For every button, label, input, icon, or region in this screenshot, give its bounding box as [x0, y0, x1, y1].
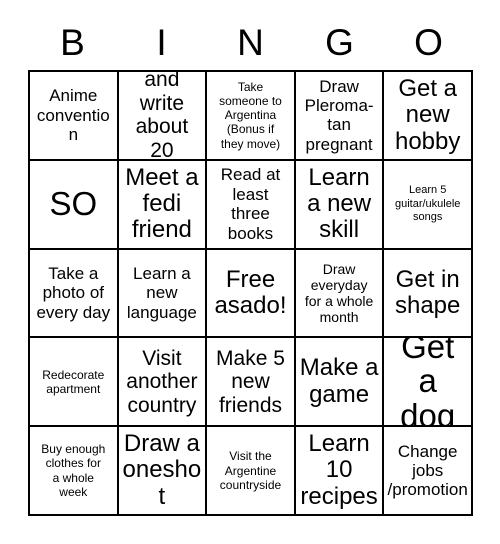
bingo-cell[interactable]: Get a new hobby	[384, 72, 473, 161]
bingo-cell[interactable]: Visit another country	[118, 338, 208, 428]
bingo-grid: Anime convention Watch and write about 20…	[28, 70, 473, 516]
bingo-cell[interactable]: Learn a new language	[118, 249, 208, 339]
bingo-cell-label: Watch and write about 20 movies	[135, 72, 189, 161]
bingo-cell[interactable]: Meet a fedi friend	[118, 160, 208, 250]
bingo-cell-label: Anime convention	[36, 86, 110, 145]
bingo-cell[interactable]: Draw a oneshot	[118, 427, 208, 516]
bingo-cell[interactable]: Learn 10 recipes	[295, 427, 385, 516]
bingo-cell-label: Get in shape	[394, 265, 461, 319]
bingo-cell[interactable]: Make a game	[295, 338, 385, 428]
bingo-cell[interactable]: Anime convention	[30, 72, 119, 161]
bingo-cell-label: SO	[49, 184, 98, 222]
bingo-cell-label: Meet a fedi friend	[125, 163, 199, 244]
bingo-header-letter-i: I	[156, 21, 167, 63]
bingo-cell[interactable]: Get a dog	[384, 338, 473, 428]
bingo-cell-label: Free asado!	[214, 265, 287, 319]
bingo-cell-label: Take someone to Argentina (Bonus if they…	[219, 80, 282, 151]
bingo-cell[interactable]: Learn 5 guitar/ukulele songs	[384, 160, 473, 250]
bingo-cell-label: Redecorate apartment	[42, 367, 105, 396]
bingo-cell[interactable]: SO	[30, 160, 119, 250]
bingo-cell[interactable]: Visit the Argentine countryside	[207, 427, 296, 516]
bingo-cell[interactable]: Read at least three books	[207, 160, 296, 250]
bingo-cell-label: Learn 5 guitar/ukulele songs	[394, 184, 461, 223]
bingo-header-letter-o: O	[414, 21, 443, 63]
bingo-header-letter-g: G	[325, 21, 354, 63]
bingo-cell[interactable]: Learn a new skill	[295, 160, 385, 250]
bingo-cell-label: Get a dog	[400, 338, 456, 428]
bingo-cell-label: Learn a new skill	[307, 163, 372, 244]
bingo-cell-label: Make a game	[299, 354, 379, 408]
bingo-cell-label: Draw a oneshot	[122, 430, 202, 510]
bingo-cell-label: Make 5 new friends	[216, 346, 285, 417]
bingo-cell[interactable]: Get in shape	[384, 249, 473, 339]
bingo-cell-label: Read at least three books	[220, 165, 281, 243]
bingo-cell[interactable]: Take someone to Argentina (Bonus if they…	[207, 72, 296, 161]
bingo-cell-label: Get a new hobby	[394, 74, 461, 155]
bingo-cell-label: Draw everyday for a whole month	[304, 260, 374, 326]
bingo-cell-label: Take a photo of every day	[36, 263, 111, 322]
bingo-cell-label: Learn a new language	[126, 263, 197, 322]
bingo-header: B I N G O	[28, 14, 473, 70]
bingo-cell-label: Visit another country	[126, 346, 198, 417]
bingo-header-letter-n: N	[237, 21, 264, 63]
bingo-cell[interactable]: Watch and write about 20 movies	[118, 72, 208, 161]
bingo-cell[interactable]: Make 5 new friends	[207, 338, 296, 428]
bingo-cell[interactable]: Take a photo of every day	[30, 249, 119, 339]
bingo-cell[interactable]: Draw everyday for a whole month	[295, 249, 385, 339]
bingo-card: B I N G O Anime convention Watch and writ…	[0, 0, 500, 544]
bingo-header-letter-b: B	[60, 21, 85, 63]
bingo-cell[interactable]: Buy enough clothes for a whole week	[30, 427, 119, 516]
bingo-cell[interactable]: Redecorate apartment	[30, 338, 119, 428]
bingo-cell-label: Visit the Argentine countryside	[219, 449, 282, 492]
bingo-cell[interactable]: Free asado!	[207, 249, 296, 339]
bingo-cell[interactable]: Draw Pleroma- tan pregnant	[295, 72, 385, 161]
bingo-cell-label: Buy enough clothes for a whole week	[41, 442, 106, 499]
bingo-cell-label: Draw Pleroma- tan pregnant	[304, 76, 374, 154]
bingo-cell[interactable]: Change jobs /promotion	[384, 427, 473, 516]
bingo-cell-label: Change jobs /promotion	[387, 441, 468, 500]
bingo-cell-label: Learn 10 recipes	[300, 430, 378, 510]
